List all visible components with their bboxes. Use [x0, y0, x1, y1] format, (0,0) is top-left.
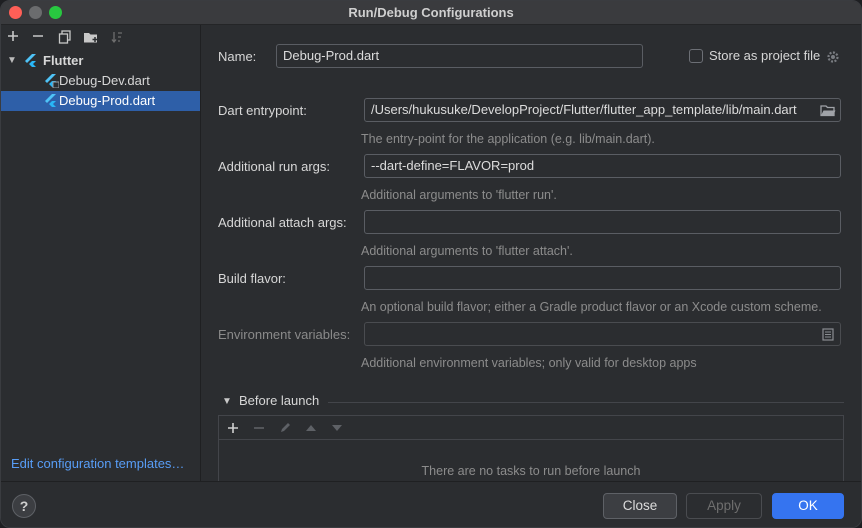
attach-args-hint: Additional arguments to 'flutter attach'…: [361, 244, 573, 258]
document-icon[interactable]: [822, 328, 834, 341]
tree-group-flutter[interactable]: ▼ Flutter: [1, 51, 200, 71]
help-button[interactable]: ?: [12, 494, 36, 518]
sort-icon: [111, 32, 122, 44]
copy-icon: [58, 30, 71, 44]
build-flavor-input[interactable]: [364, 266, 841, 290]
add-configuration-button[interactable]: [4, 28, 22, 46]
move-task-down-button[interactable]: [328, 419, 346, 437]
plus-icon: [228, 423, 238, 433]
run-args-hint: Additional arguments to 'flutter run'.: [361, 188, 557, 202]
before-launch-empty-text: There are no tasks to run before launch: [421, 464, 641, 478]
chevron-down-icon[interactable]: ▼: [7, 51, 17, 71]
dialog-footer: ? Close Apply OK: [1, 481, 861, 527]
environment-variables-label: Environment variables:: [218, 327, 351, 342]
attach-args-input[interactable]: [364, 210, 841, 234]
move-task-up-button[interactable]: [302, 419, 320, 437]
flutter-icon: [25, 54, 36, 67]
edit-configuration-templates-link[interactable]: Edit configuration templates…: [11, 456, 184, 471]
arrow-up-icon: [306, 425, 316, 431]
pencil-icon: [281, 423, 290, 432]
build-flavor-label: Build flavor:: [218, 271, 286, 286]
before-launch-toolbar: [219, 416, 843, 440]
gear-icon[interactable]: [826, 50, 840, 64]
edit-task-button[interactable]: [276, 419, 294, 437]
flutter-config-icon: [45, 74, 59, 88]
configurations-toolbar: [1, 25, 201, 51]
configurations-tree: ▼ Flutter Debug-Dev.dart Debug-Prod.dart: [1, 51, 200, 111]
configuration-form: Name: Debug-Prod.dart Store as project f…: [202, 25, 861, 481]
arrow-down-icon: [332, 425, 342, 431]
divider: [328, 402, 844, 403]
before-launch-title: Before launch: [239, 393, 320, 408]
store-as-project-file-label: Store as project file: [709, 48, 821, 63]
before-launch-section-header[interactable]: ▼ Before launch: [218, 393, 844, 413]
name-input[interactable]: Debug-Prod.dart: [276, 44, 643, 68]
minus-icon: [33, 35, 43, 37]
sort-configurations-button[interactable]: [108, 28, 126, 46]
remove-configuration-button[interactable]: [29, 28, 47, 46]
folder-icon[interactable]: [820, 104, 836, 117]
environment-variables-input[interactable]: [364, 322, 841, 346]
tree-item-label: Debug-Dev.dart: [59, 73, 150, 88]
copy-configuration-button[interactable]: [56, 28, 74, 46]
ok-button[interactable]: OK: [772, 493, 844, 519]
chevron-down-icon[interactable]: ▼: [222, 396, 232, 407]
add-task-button[interactable]: [224, 419, 242, 437]
minus-icon: [254, 427, 264, 429]
name-label: Name:: [218, 49, 257, 64]
run-debug-configurations-dialog: Run/Debug Configurations ▼ Flutter Debug…: [0, 0, 862, 528]
title-bar: Run/Debug Configurations: [1, 1, 861, 25]
tree-group-label: Flutter: [43, 53, 84, 68]
tree-item-debug-prod[interactable]: Debug-Prod.dart: [1, 91, 200, 111]
store-as-project-file-checkbox[interactable]: [689, 49, 703, 63]
entrypoint-input[interactable]: /Users/hukusuke/DevelopProject/Flutter/f…: [364, 98, 841, 122]
environment-variables-hint: Additional environment variables; only v…: [361, 356, 697, 370]
build-flavor-hint: An optional build flavor; either a Gradl…: [361, 300, 822, 314]
entrypoint-label: Dart entrypoint:: [218, 103, 307, 118]
window-title: Run/Debug Configurations: [348, 5, 514, 20]
run-args-input[interactable]: --dart-define=FLAVOR=prod: [364, 154, 841, 178]
tree-item-label: Debug-Prod.dart: [59, 93, 156, 108]
entrypoint-hint: The entry-point for the application (e.g…: [361, 132, 655, 146]
run-args-label: Additional run args:: [218, 159, 331, 174]
apply-button[interactable]: Apply: [686, 493, 762, 519]
tree-item-debug-dev[interactable]: Debug-Dev.dart: [1, 71, 200, 91]
folder-add-icon: [84, 33, 98, 43]
attach-args-label: Additional attach args:: [218, 215, 347, 230]
remove-task-button[interactable]: [250, 419, 268, 437]
before-launch-tasks: There are no tasks to run before launch: [218, 415, 844, 481]
close-button[interactable]: Close: [603, 493, 677, 519]
plus-icon: [8, 31, 18, 41]
new-folder-button[interactable]: [82, 28, 100, 46]
flutter-icon: [45, 94, 56, 107]
configurations-panel: ▼ Flutter Debug-Dev.dart Debug-Prod.dart…: [1, 25, 201, 481]
